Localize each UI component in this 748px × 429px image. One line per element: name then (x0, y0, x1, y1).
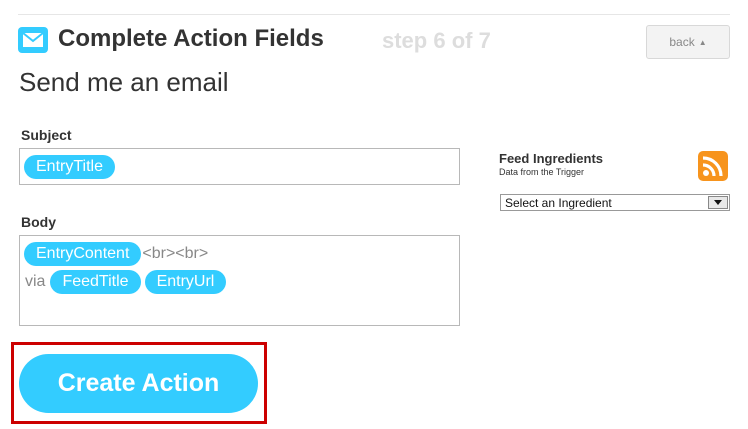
action-name: Send me an email (19, 67, 229, 97)
body-field[interactable]: EntryContent <br><br> via FeedTitle Entr… (19, 235, 460, 326)
page-title: Complete Action Fields (58, 25, 324, 52)
subject-field[interactable]: EntryTitle (19, 148, 460, 185)
mail-icon (18, 27, 48, 53)
body-line-2: via FeedTitle EntryUrl (24, 269, 227, 295)
create-action-button[interactable]: Create Action (19, 354, 258, 413)
chevron-down-icon[interactable] (708, 196, 728, 209)
body-line-1: EntryContent <br><br> (24, 241, 209, 267)
ingredient-select-value: Select an Ingredient (505, 195, 612, 210)
ingredient-select[interactable]: Select an Ingredient (500, 194, 730, 211)
rss-icon (698, 151, 728, 181)
step-indicator: step 6 of 7 (382, 28, 491, 53)
caret-up-icon: ▲ (698, 37, 707, 47)
ingredient-token-entrytitle[interactable]: EntryTitle (24, 155, 115, 179)
body-label: Body (21, 214, 56, 230)
feed-ingredients-title: Feed Ingredients (499, 151, 604, 166)
top-divider (18, 14, 730, 15)
ingredient-token-entrycontent[interactable]: EntryContent (24, 242, 142, 266)
back-button-label: back (669, 35, 695, 49)
ingredient-token-feedtitle[interactable]: FeedTitle (50, 270, 141, 294)
subject-label: Subject (21, 127, 72, 143)
ingredient-token-entryurl[interactable]: EntryUrl (144, 270, 227, 294)
back-button[interactable]: back ▲ (646, 25, 730, 59)
body-text-br: <br><br> (142, 245, 209, 262)
body-text-via: via (25, 273, 46, 290)
feed-ingredients-subtitle: Data from the Trigger (499, 167, 585, 177)
